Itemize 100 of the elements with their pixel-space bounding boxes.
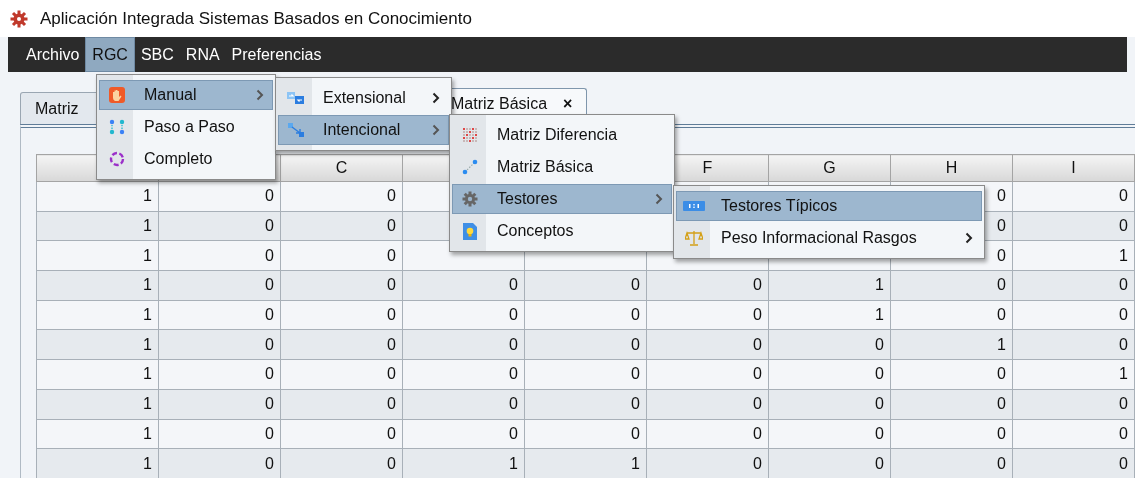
table-cell: 0: [524, 329, 647, 360]
table-cell: 1: [36, 211, 159, 241]
table-cell: 0: [158, 359, 281, 390]
table-cell: 0: [646, 389, 769, 419]
tab-label: Matriz: [35, 99, 79, 118]
table-cell: 0: [646, 448, 769, 478]
table-cell: 0: [524, 389, 647, 419]
table-cell: 0: [280, 359, 403, 390]
table-cell: 0: [280, 211, 403, 241]
table-cell: 1: [1012, 359, 1135, 390]
menu-item[interactable]: SBC: [134, 37, 180, 72]
column-header[interactable]: I: [1012, 154, 1135, 182]
window-title: Aplicación Integrada Sistemas Basados en Conocimiento: [40, 8, 472, 29]
table-cell: 0: [280, 448, 403, 478]
table-cell: 1: [768, 300, 891, 330]
table-cell: 0: [402, 389, 525, 419]
table-cell: 1: [36, 270, 159, 301]
table-cell: 1: [36, 181, 159, 212]
table-cell: 1: [1012, 240, 1135, 271]
table-cell: 0: [280, 181, 403, 212]
table-cell: 1: [524, 448, 647, 478]
table-cell: 1: [36, 389, 159, 419]
table-cell: 0: [646, 270, 769, 301]
table-cell: 0: [646, 359, 769, 390]
dots-line-icon: [462, 159, 478, 175]
table-cell: 0: [158, 211, 281, 241]
table-cell: 0: [768, 389, 891, 419]
table-cell: 1: [402, 448, 525, 478]
table-cell: 0: [524, 270, 647, 301]
table-cell: 0: [1012, 329, 1135, 360]
table-cell: 0: [646, 300, 769, 330]
menu-item[interactable]: Preferencias: [225, 37, 328, 72]
gear-logo-icon: [10, 9, 28, 28]
hand-icon: [109, 87, 125, 103]
close-icon[interactable]: ×: [563, 95, 573, 113]
table-cell: 1: [36, 329, 159, 360]
table-cell: 1: [36, 240, 159, 271]
table-cell: 1: [890, 329, 1013, 360]
table-cell: 0: [402, 359, 525, 390]
table-cell: 0: [158, 240, 281, 271]
document-bulb-icon: [463, 222, 477, 240]
column-header[interactable]: G: [768, 154, 891, 182]
table-cell: 0: [280, 419, 403, 449]
table-cell: 0: [158, 419, 281, 449]
table-cell: 0: [280, 300, 403, 330]
table-cell: 0: [646, 329, 769, 360]
table-cell: 0: [1012, 211, 1135, 241]
table-cell: 1: [36, 300, 159, 330]
table-cell: 0: [890, 419, 1013, 449]
table-cell: 0: [402, 419, 525, 449]
table-cell: 0: [158, 448, 281, 478]
table-cell: 0: [890, 270, 1013, 301]
table-cell: 0: [158, 329, 281, 360]
table-cell: 1: [36, 419, 159, 449]
arrows-icon: [288, 123, 304, 137]
grid-icon: [463, 128, 477, 142]
menu-item[interactable]: Conceptos: [452, 216, 672, 246]
column-header[interactable]: H: [890, 154, 1013, 182]
table-cell: 0: [1012, 181, 1135, 212]
menu-item[interactable]: Intencional: [278, 115, 449, 145]
cycle-icon: [109, 151, 125, 167]
table-cell: 0: [524, 300, 647, 330]
table-cell: 0: [890, 448, 1013, 478]
menu-item[interactable]: Testores Típicos: [676, 191, 982, 221]
table-cell: 0: [280, 329, 403, 360]
table-cell: 0: [524, 359, 647, 390]
column-header[interactable]: C: [280, 154, 403, 182]
table-cell: 0: [280, 389, 403, 419]
tab-label: Matriz Básica: [451, 95, 548, 113]
menu-item[interactable]: Extensional: [278, 83, 449, 113]
menu-item[interactable]: RNA: [179, 37, 226, 72]
table-cell: 0: [1012, 270, 1135, 301]
menu-item[interactable]: RGC: [85, 37, 135, 72]
menu-item[interactable]: Testores: [452, 184, 672, 214]
menu-item[interactable]: Completo: [99, 144, 273, 174]
table-cell: 0: [158, 389, 281, 419]
table-cell: 0: [158, 270, 281, 301]
table-cell: 0: [524, 419, 647, 449]
menu-item[interactable]: Archivo: [20, 37, 86, 72]
table-cell: 0: [402, 329, 525, 360]
menu-item[interactable]: Manual: [99, 80, 273, 110]
table-cell: 0: [1012, 448, 1135, 478]
squares-icon: [287, 91, 305, 105]
dots-icon: [109, 119, 125, 135]
ratio-icon: [683, 201, 705, 211]
table-cell: 0: [768, 419, 891, 449]
table-cell: 0: [158, 300, 281, 330]
table-cell: 0: [1012, 300, 1135, 330]
table-cell: 0: [768, 359, 891, 390]
table-cell: 0: [1012, 419, 1135, 449]
table-cell: 1: [768, 270, 891, 301]
table-cell: 1: [36, 359, 159, 390]
table-cell: 0: [158, 181, 281, 212]
table-cell: 0: [768, 448, 891, 478]
table-cell: 0: [768, 329, 891, 360]
table-cell: 0: [402, 300, 525, 330]
table-cell: 0: [402, 270, 525, 301]
table-cell: 1: [36, 448, 159, 478]
table-cell: 0: [890, 389, 1013, 419]
table-cell: 0: [280, 240, 403, 271]
